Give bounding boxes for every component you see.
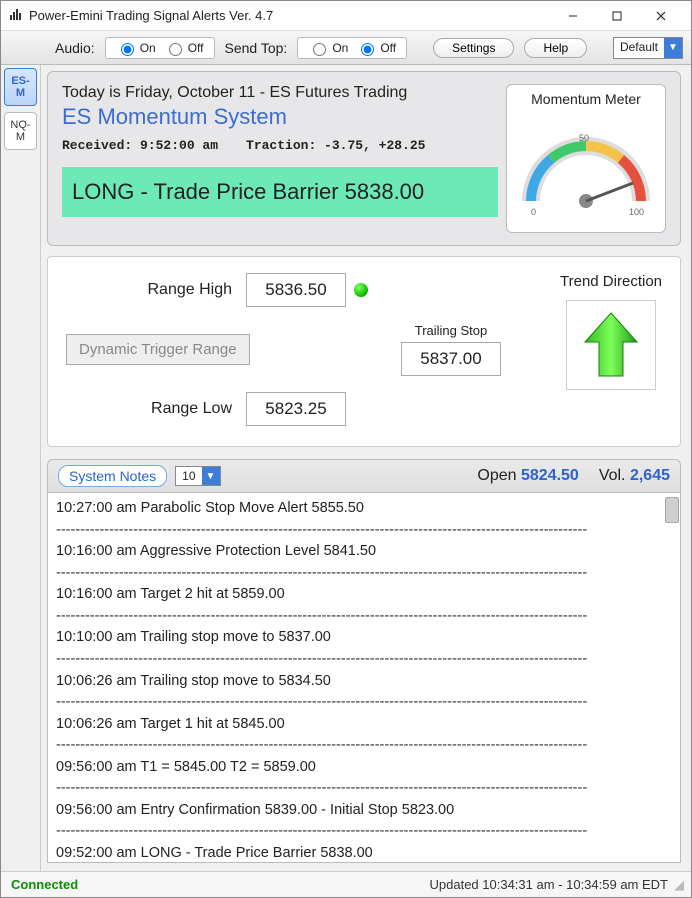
trend-title: Trend Direction (560, 273, 662, 290)
open-label: Open (477, 467, 516, 484)
dynamic-trigger-button[interactable]: Dynamic Trigger Range (66, 334, 250, 365)
audio-off-radio[interactable]: Off (164, 40, 204, 56)
system-notes-tab[interactable]: System Notes (58, 465, 167, 487)
meta-row: Received: 9:52:00 am Traction: -3.75, +2… (62, 138, 498, 153)
system-name: ES Momentum System (62, 104, 498, 130)
audio-radio-group: On Off (105, 37, 215, 59)
sendtop-label: Send Top: (225, 40, 288, 56)
sendtop-on-radio[interactable]: On (308, 40, 348, 56)
trailing-stop-col: Trailing Stop 5837.00 (386, 323, 516, 376)
trailing-stop-label: Trailing Stop (415, 323, 488, 338)
range-grid: Range High 5836.50 Dynamic Trigger Range… (66, 273, 516, 426)
log-line: 10:06:26 am Target 1 hit at 5845.00 (56, 715, 672, 735)
app-window: Power-Emini Trading Signal Alerts Ver. 4… (0, 0, 692, 898)
arrow-up-icon (581, 310, 641, 380)
side-tabs: ES-M NQ-M (1, 65, 41, 871)
range-high-value: 5836.50 (246, 273, 346, 307)
signal-banner: LONG - Trade Price Barrier 5838.00 (62, 167, 498, 217)
connection-status: Connected (11, 877, 78, 892)
received-label: Received: 9:52:00 am (62, 138, 218, 153)
vol-label: Vol. (599, 467, 626, 484)
trend-direction: Trend Direction (560, 273, 662, 426)
traction-label: Traction: -3.75, +28.25 (246, 138, 425, 153)
range-panel: Range High 5836.50 Dynamic Trigger Range… (47, 256, 681, 447)
log-line: 10:27:00 am Parabolic Stop Move Alert 58… (56, 499, 672, 519)
log-line: 09:52:00 am LONG - Trade Price Barrier 5… (56, 844, 672, 863)
audio-on-radio[interactable]: On (116, 40, 156, 56)
notes-count-dropdown[interactable]: 10 ▼ (175, 466, 220, 486)
trend-arrow-box (566, 300, 656, 390)
notes-bar: System Notes 10 ▼ Open 5824.50 Vol. 2,64… (47, 459, 681, 493)
log-line: 10:10:00 am Trailing stop move to 5837.0… (56, 628, 672, 648)
open-value: 5824.50 (521, 467, 579, 484)
resize-grip-icon[interactable]: ◢ (674, 877, 681, 893)
log-separator: ----------------------------------------… (56, 607, 672, 627)
svg-text:100: 100 (629, 207, 644, 217)
preset-selected: Default (614, 38, 664, 58)
svg-text:50: 50 (579, 133, 589, 143)
log-separator: ----------------------------------------… (56, 736, 672, 756)
titlebar: Power-Emini Trading Signal Alerts Ver. 4… (1, 1, 691, 31)
notes-count-value: 10 (176, 467, 201, 485)
sendtop-off-radio[interactable]: Off (356, 40, 396, 56)
preset-dropdown[interactable]: Default ▼ (613, 37, 683, 59)
tab-es[interactable]: ES-M (4, 68, 37, 106)
svg-text:0: 0 (531, 207, 536, 217)
updated-status: Updated 10:34:31 am - 10:34:59 am EDT (430, 877, 668, 892)
chevron-down-icon: ▼ (664, 38, 682, 58)
range-high-label: Range High (66, 281, 246, 299)
vol-group: Vol. 2,645 (599, 467, 670, 485)
header-panel: Today is Friday, October 11 - ES Futures… (47, 71, 681, 246)
minimize-button[interactable] (551, 2, 595, 30)
log-separator: ----------------------------------------… (56, 693, 672, 713)
vol-value: 2,645 (630, 467, 670, 484)
status-dot-icon (354, 283, 368, 297)
log-content: 10:27:00 am Parabolic Stop Move Alert 58… (56, 499, 672, 863)
log-line: 10:06:26 am Trailing stop move to 5834.5… (56, 672, 672, 692)
app-icon (9, 7, 23, 24)
main-area: Today is Friday, October 11 - ES Futures… (41, 65, 691, 871)
range-low-label: Range Low (66, 400, 246, 418)
gauge-icon: 0 50 100 (511, 111, 661, 221)
tab-nq[interactable]: NQ-M (4, 112, 37, 150)
log-separator: ----------------------------------------… (56, 650, 672, 670)
notes-right: Open 5824.50 Vol. 2,645 (477, 467, 670, 485)
log-separator: ----------------------------------------… (56, 521, 672, 541)
body: ES-M NQ-M Today is Friday, October 11 - … (1, 65, 691, 871)
maximize-button[interactable] (595, 2, 639, 30)
log-separator: ----------------------------------------… (56, 564, 672, 584)
audio-label: Audio: (55, 40, 95, 56)
close-button[interactable] (639, 2, 683, 30)
header-left: Today is Friday, October 11 - ES Futures… (62, 84, 498, 233)
log-panel[interactable]: 10:27:00 am Parabolic Stop Move Alert 58… (47, 493, 681, 863)
log-separator: ----------------------------------------… (56, 822, 672, 842)
window-controls (551, 2, 683, 30)
log-line: 10:16:00 am Target 2 hit at 5859.00 (56, 585, 672, 605)
log-line: 09:56:00 am T1 = 5845.00 T2 = 5859.00 (56, 758, 672, 778)
help-button[interactable]: Help (524, 38, 587, 58)
window-title: Power-Emini Trading Signal Alerts Ver. 4… (29, 8, 551, 23)
trailing-stop-value: 5837.00 (401, 342, 501, 376)
sendtop-radio-group: On Off (297, 37, 407, 59)
log-separator: ----------------------------------------… (56, 779, 672, 799)
scrollbar-thumb[interactable] (665, 497, 679, 523)
statusbar: Connected Updated 10:34:31 am - 10:34:59… (1, 871, 691, 897)
log-line: 09:56:00 am Entry Confirmation 5839.00 -… (56, 801, 672, 821)
meter-title: Momentum Meter (511, 91, 661, 107)
date-line: Today is Friday, October 11 - ES Futures… (62, 84, 498, 102)
settings-button[interactable]: Settings (433, 38, 514, 58)
range-low-value: 5823.25 (246, 392, 346, 426)
momentum-meter: Momentum Meter 0 50 100 (506, 84, 666, 233)
open-group: Open 5824.50 (477, 467, 578, 485)
chevron-down-icon: ▼ (202, 467, 220, 485)
toolbar: Audio: On Off Send Top: On Off Settings … (1, 31, 691, 65)
log-line: 10:16:00 am Aggressive Protection Level … (56, 542, 672, 562)
